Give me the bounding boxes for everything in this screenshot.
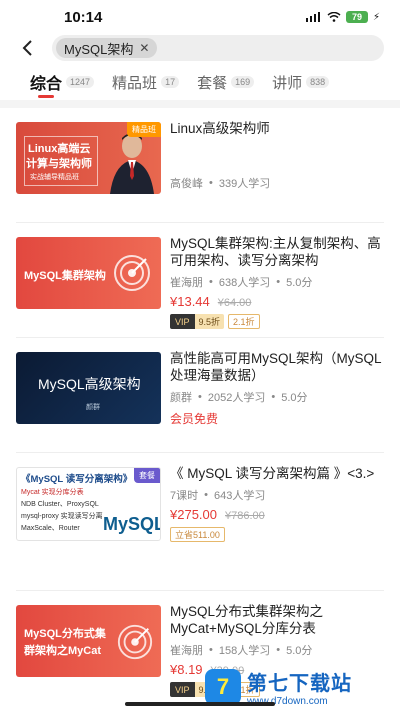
home-indicator[interactable]	[125, 702, 275, 706]
thumb-text: 计算与架构师	[26, 158, 92, 170]
list-item[interactable]: 《MySQL 读写分离架构》 Mycat 实现分库分表 NDB Cluster、…	[16, 453, 384, 591]
tab-count: 838	[306, 76, 330, 88]
battery-icon: 79	[345, 11, 368, 23]
price: ¥275.00	[170, 507, 217, 522]
status-time: 10:14	[64, 8, 103, 26]
course-thumbnail: 《MySQL 读写分离架构》 Mycat 实现分库分表 NDB Cluster、…	[16, 467, 161, 541]
thumb-text: 群架构之MyCat	[24, 645, 102, 657]
course-thumbnail: MySQL分布式集 群架构之MyCat	[16, 605, 161, 677]
status-bar: 10:14 79 ⚡	[0, 0, 400, 34]
tab-count: 17	[161, 76, 180, 88]
rating: 5.0分	[281, 392, 308, 404]
thumb-text: MySQL分布式集	[24, 628, 106, 640]
tab-label: 综合	[30, 76, 63, 93]
thumb-text: MySQL高级架构	[38, 376, 141, 392]
price: ¥13.44	[170, 294, 210, 309]
learner-count: 339人学习	[218, 178, 271, 190]
list-item[interactable]: MySQL高级架构 颜群 高性能高可用MySQL架构（MySQL处理海量数据） …	[16, 338, 384, 453]
thumb-text: MySQL集群架构	[24, 270, 106, 282]
learner-count: 638人学习	[218, 277, 271, 289]
thumb-text: 实战辅导精品班	[30, 174, 79, 181]
course-title[interactable]: MySQL分布式集群架构之MyCat+MySQL分库分表	[170, 603, 384, 637]
instructor-name: 颜群	[170, 392, 192, 404]
watermark-title: 第七下载站	[247, 673, 352, 695]
learner-count: 643人学习	[213, 490, 266, 502]
rating: 5.0分	[286, 277, 313, 289]
instructor-name: 崔海朋	[170, 277, 203, 289]
list-item[interactable]: MySQL集群架构 MySQL集群架构:主从复制架构、高可用架构、读写分离架构 …	[16, 223, 384, 338]
tab-count: 1247	[66, 76, 95, 88]
target-icon	[117, 624, 153, 660]
thumb-text: Linux高端云	[28, 143, 91, 155]
tab-teachers[interactable]: 讲师 838	[272, 64, 330, 100]
course-thumbnail: MySQL高级架构 颜群	[16, 352, 161, 424]
savings-badge: 立省511.00	[170, 527, 225, 542]
vip-discount: 9.5折	[194, 314, 225, 329]
status-icons: 79 ⚡	[305, 11, 380, 23]
course-list: Linux高端云 计算与架构师 实战辅导精品班 精品班 Linux高级架构师 高…	[0, 108, 400, 706]
learner-count: 158人学习	[218, 645, 271, 657]
tab-label: 套餐	[197, 74, 228, 92]
original-price: ¥786.00	[225, 510, 265, 522]
tab-all[interactable]: 综合 1247	[30, 64, 95, 100]
thumb-text: 颜群	[86, 404, 100, 411]
course-thumbnail: Linux高端云 计算与架构师 实战辅导精品班 精品班	[16, 122, 161, 194]
list-item[interactable]: Linux高端云 计算与架构师 实战辅导精品班 精品班 Linux高级架构师 高…	[16, 108, 384, 223]
site-watermark: 7 第七下载站 www.d7down.com	[205, 667, 395, 707]
search-input[interactable]: MySQL架构 ✕	[52, 35, 384, 61]
discount-badge: 2.1折	[228, 314, 260, 329]
course-thumbnail: MySQL集群架构	[16, 237, 161, 309]
tab-packages[interactable]: 套餐 169	[197, 64, 255, 100]
course-title[interactable]: MySQL集群架构:主从复制架构、高可用架构、读写分离架构	[170, 235, 384, 269]
section-divider	[0, 100, 400, 108]
rating: 5.0分	[286, 645, 313, 657]
course-title[interactable]: 高性能高可用MySQL架构（MySQL处理海量数据）	[170, 350, 384, 384]
vip-label: VIP	[170, 682, 195, 697]
price: ¥8.19	[170, 662, 203, 677]
course-title[interactable]: 《 MySQL 读写分离架构篇 》<3.>	[170, 465, 384, 482]
tab-bar: 综合 1247 精品班 17 套餐 169 讲师 838	[0, 64, 400, 100]
target-icon	[114, 255, 150, 291]
original-price: ¥64.00	[217, 297, 252, 309]
instructor-name: 崔海朋	[170, 645, 203, 657]
tab-label: 精品班	[112, 74, 158, 92]
course-title[interactable]: Linux高级架构师	[170, 120, 384, 137]
search-row: MySQL架构 ✕	[0, 34, 400, 62]
member-free-label: 会员免费	[170, 412, 219, 426]
back-arrow-icon[interactable]	[10, 34, 44, 62]
clear-search-icon[interactable]: ✕	[139, 41, 149, 55]
vip-label: VIP	[170, 314, 195, 329]
signal-icon	[305, 12, 320, 22]
instructor-photo	[110, 133, 154, 194]
tab-premium[interactable]: 精品班 17	[112, 64, 180, 100]
learner-count: 2052人学习	[207, 392, 266, 404]
tab-label: 讲师	[272, 74, 303, 92]
vip-badge: VIP 9.5折	[170, 314, 225, 329]
premium-ribbon: 精品班	[127, 122, 161, 137]
thumb-text: NDB Cluster、ProxySQL	[21, 501, 99, 508]
tab-count: 169	[231, 76, 255, 88]
charging-icon: ⚡	[372, 11, 380, 23]
lesson-count: 7课时	[170, 490, 199, 502]
package-ribbon: 套餐	[134, 468, 160, 483]
search-chip[interactable]: MySQL架构 ✕	[56, 38, 158, 58]
watermark-logo: 7	[205, 669, 241, 705]
search-query: MySQL架构	[64, 41, 134, 57]
thumb-text: 《MySQL 读写分离架构》	[21, 474, 133, 485]
thumb-text: MaxScale、Router	[21, 525, 80, 532]
thumb-text: mysql-proxy 实现读写分离	[21, 513, 103, 520]
wifi-icon	[327, 12, 341, 22]
instructor-name: 高俊峰	[170, 178, 203, 190]
mysql-logo: MySQL	[103, 514, 161, 534]
thumb-text: Mycat 实现分库分表	[21, 489, 84, 496]
